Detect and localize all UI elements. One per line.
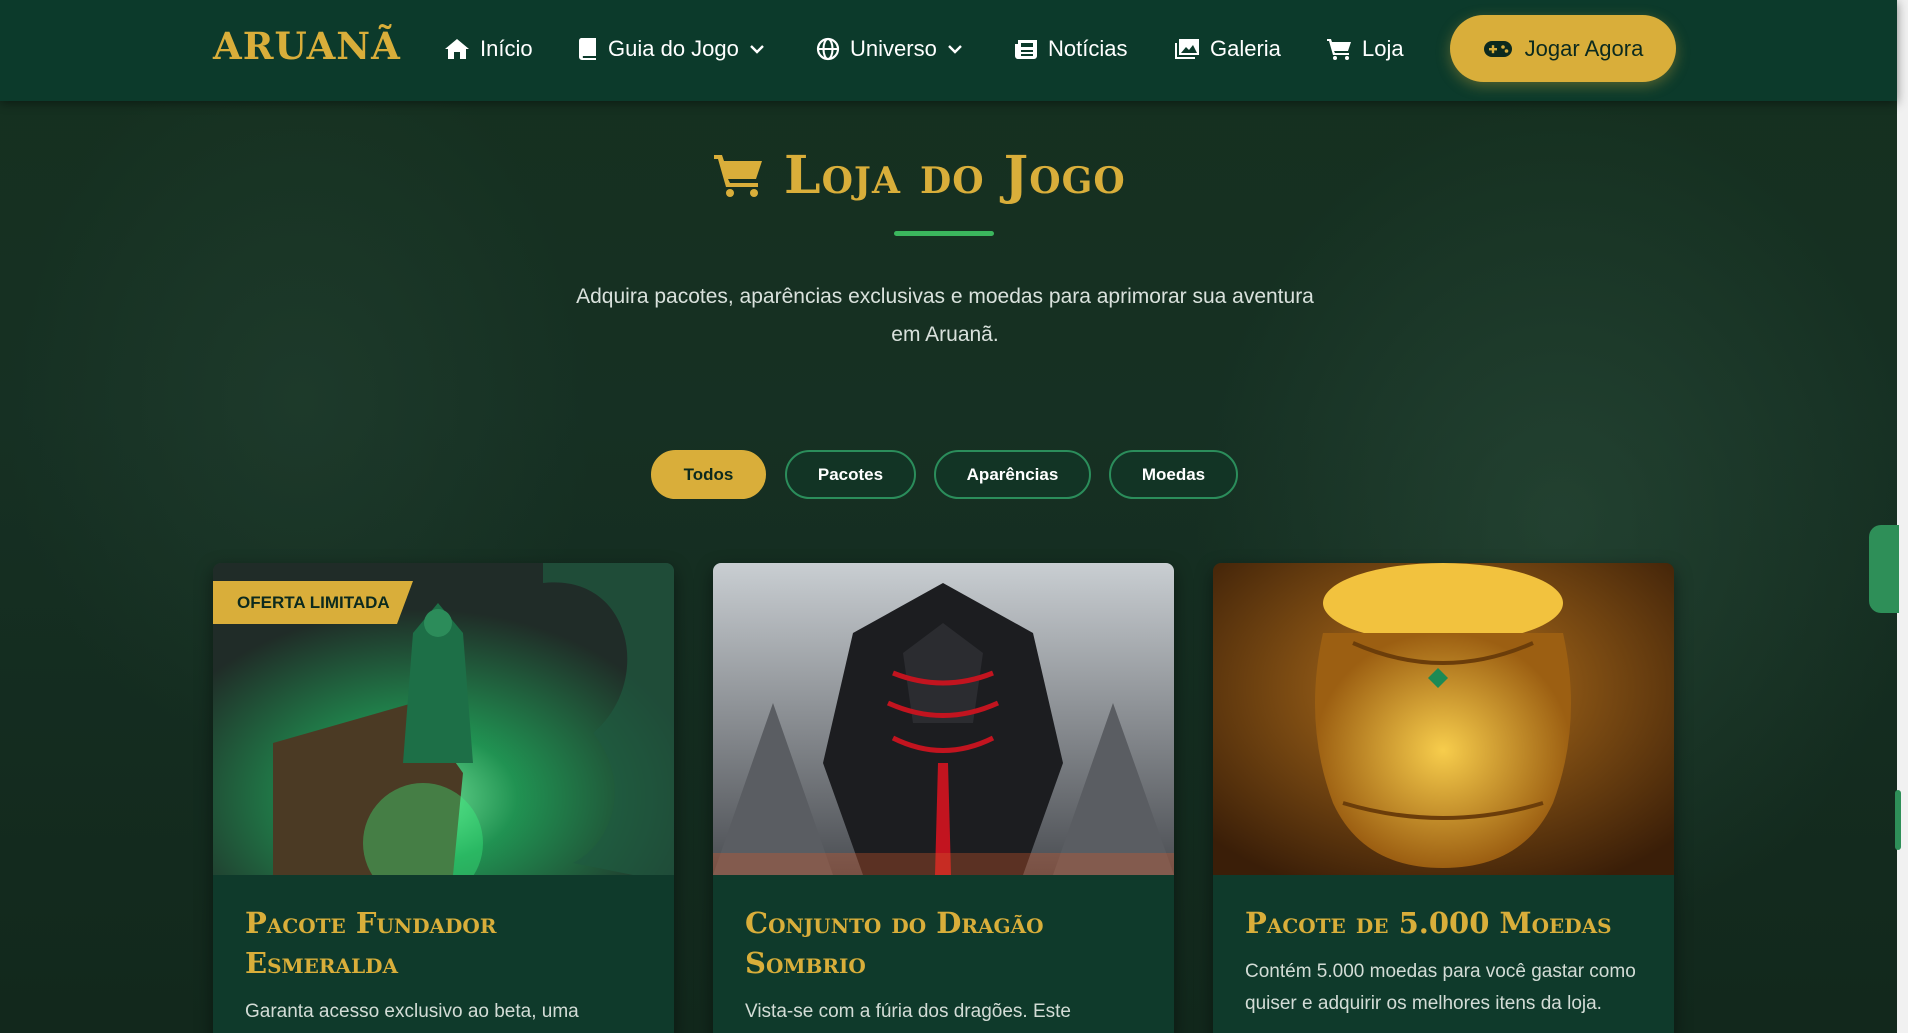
play-now-button[interactable]: Jogar Agora [1450,15,1676,82]
scroll-indicator[interactable] [1895,790,1901,850]
product-description: Vista-se com a fúria dos dragões. Este [745,1001,1071,1022]
nav-item-label: Guia do Jogo [608,36,739,61]
scrollbar-track[interactable] [1897,0,1908,1033]
nav-item-label: Notícias [1048,36,1128,61]
page-subtitle: Adquira pacotes, aparências exclusivas e… [576,285,1314,346]
images-icon [1175,39,1199,59]
globe-icon [816,37,840,61]
gamepad-icon [1483,40,1512,57]
product-card[interactable]: Conjunto do Dragão Sombrio Vista-se com … [713,563,1174,1033]
product-title: Conjunto do Dragão Sombrio [745,906,1044,980]
filter-aparencias[interactable]: Aparências [934,450,1091,499]
product-image-gold-coin-pot [1213,563,1674,875]
nav-item-noticias[interactable]: Notícias [1014,32,1127,66]
nav-item-label: Loja [1362,36,1404,61]
filter-pacotes[interactable]: Pacotes [785,450,916,499]
nav-item-label: Início [480,36,533,61]
book-icon [578,38,596,60]
cart-icon [714,155,762,197]
chevron-down-icon [947,45,962,54]
product-card[interactable]: OFERTA LIMITADA Pacote Fundador Esmerald… [213,563,674,1033]
newspaper-icon [1015,40,1037,59]
filter-todos[interactable]: Todos [651,450,766,499]
home-icon [445,39,469,59]
nav-item-label: Galeria [1210,36,1281,61]
top-navbar: ARUANÃ Início Guia do Jogo Universo Notí… [0,0,1897,101]
product-card[interactable]: Pacote de 5.000 Moedas Contém 5.000 moed… [1213,563,1674,1033]
limited-offer-badge: OFERTA LIMITADA [213,581,413,624]
product-title: Pacote de 5.000 Moedas [1245,906,1612,940]
chevron-down-icon [750,45,764,54]
accessibility-tab[interactable] [1869,525,1899,613]
product-image-dark-dragon-armor [713,563,1174,875]
product-description: Contém 5.000 moedas para você gastar com… [1245,961,1636,1014]
nav-item-loja[interactable]: Loja [1326,32,1404,66]
nav-item-guia-do-jogo[interactable]: Guia do Jogo [578,32,765,66]
product-title: Pacote Fundador Esmeralda [245,906,497,980]
page-title: Loja do Jogo [784,144,1126,206]
product-description: Garanta acesso exclusivo ao beta, uma [245,1001,579,1022]
nav-item-inicio[interactable]: Início [444,32,533,66]
nav-item-label: Universo [850,36,937,61]
page-title-wrap: Loja do Jogo [712,140,1182,210]
nav-item-galeria[interactable]: Galeria [1174,32,1281,66]
cart-icon [1327,39,1351,60]
filter-moedas[interactable]: Moedas [1109,450,1238,499]
title-divider [894,231,994,236]
logo[interactable]: ARUANÃ [213,24,401,68]
nav-item-universo[interactable]: Universo [816,32,963,66]
play-now-label: Jogar Agora [1524,35,1644,61]
